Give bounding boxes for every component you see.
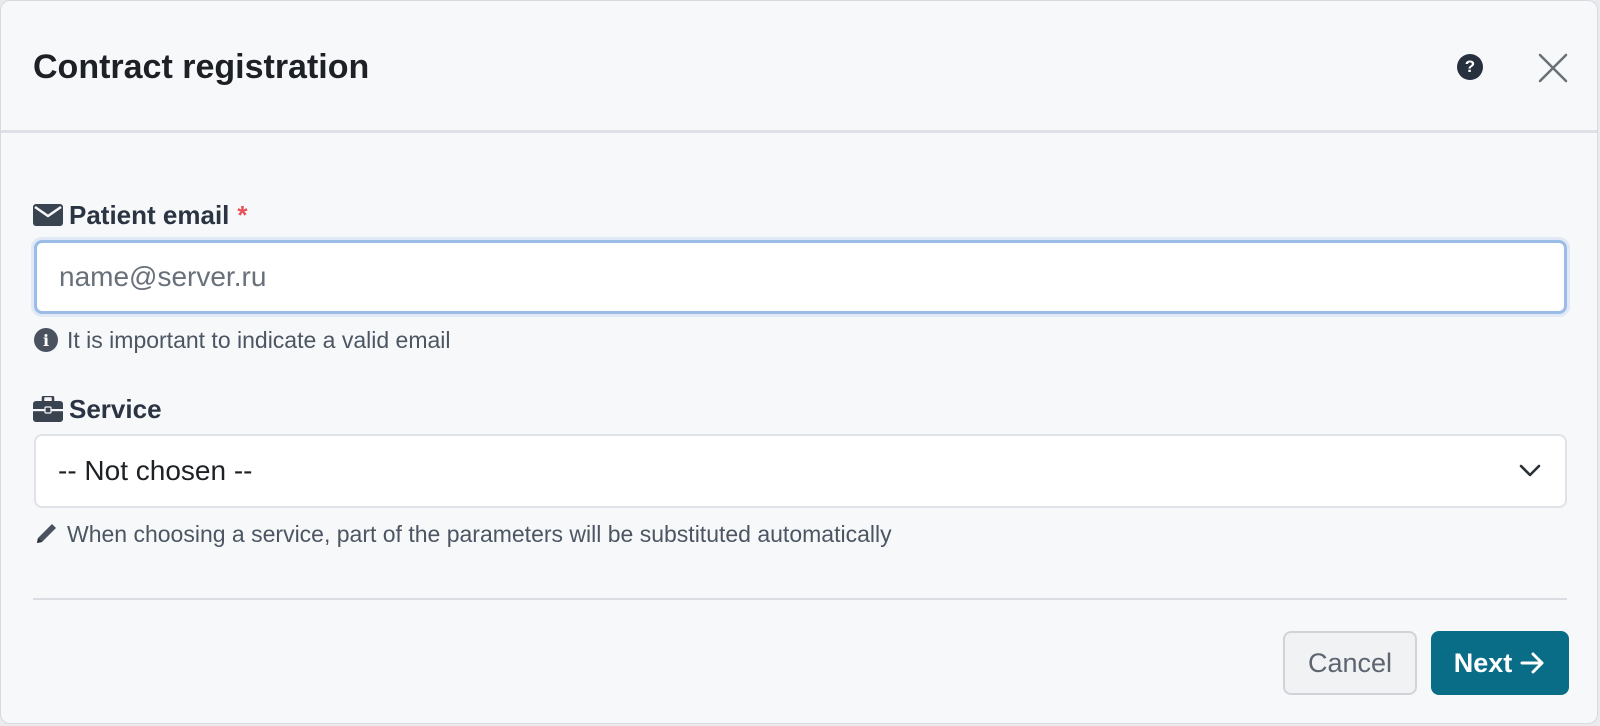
- required-mark: *: [237, 199, 248, 230]
- pencil-icon: [33, 521, 59, 547]
- modal-header: Contract registration ?: [1, 1, 1597, 133]
- service-hint-text: When choosing a service, part of the par…: [67, 520, 892, 547]
- arrow-right-icon: [1520, 652, 1546, 674]
- service-select[interactable]: -- Not chosen --: [34, 434, 1567, 508]
- email-hint: i It is important to indicate a valid em…: [33, 325, 451, 355]
- email-label-text: Patient email: [69, 199, 230, 230]
- footer-divider: [33, 598, 1567, 600]
- next-button-label: Next: [1453, 647, 1513, 678]
- modal-title: Contract registration: [33, 48, 370, 86]
- email-hint-text: It is important to indicate a valid emai…: [67, 326, 451, 353]
- service-label-text: Service: [69, 393, 162, 424]
- email-input[interactable]: [34, 240, 1567, 314]
- chevron-down-icon: [1519, 464, 1541, 477]
- service-selected-value: -- Not chosen --: [58, 455, 253, 486]
- next-button[interactable]: Next: [1431, 631, 1569, 695]
- help-icon[interactable]: ?: [1457, 54, 1483, 80]
- email-label: Patient email *: [33, 198, 248, 232]
- envelope-icon: [33, 202, 63, 228]
- cancel-button-label: Cancel: [1307, 647, 1393, 678]
- service-label: Service: [33, 392, 162, 426]
- help-glyph: ?: [1464, 57, 1476, 76]
- cancel-button[interactable]: Cancel: [1283, 631, 1417, 695]
- close-icon[interactable]: [1537, 52, 1569, 84]
- briefcase-icon: [33, 396, 63, 422]
- service-hint: When choosing a service, part of the par…: [33, 519, 892, 549]
- info-circle-icon: i: [33, 327, 59, 353]
- contract-registration-modal: Contract registration ? Patient email * …: [0, 0, 1598, 724]
